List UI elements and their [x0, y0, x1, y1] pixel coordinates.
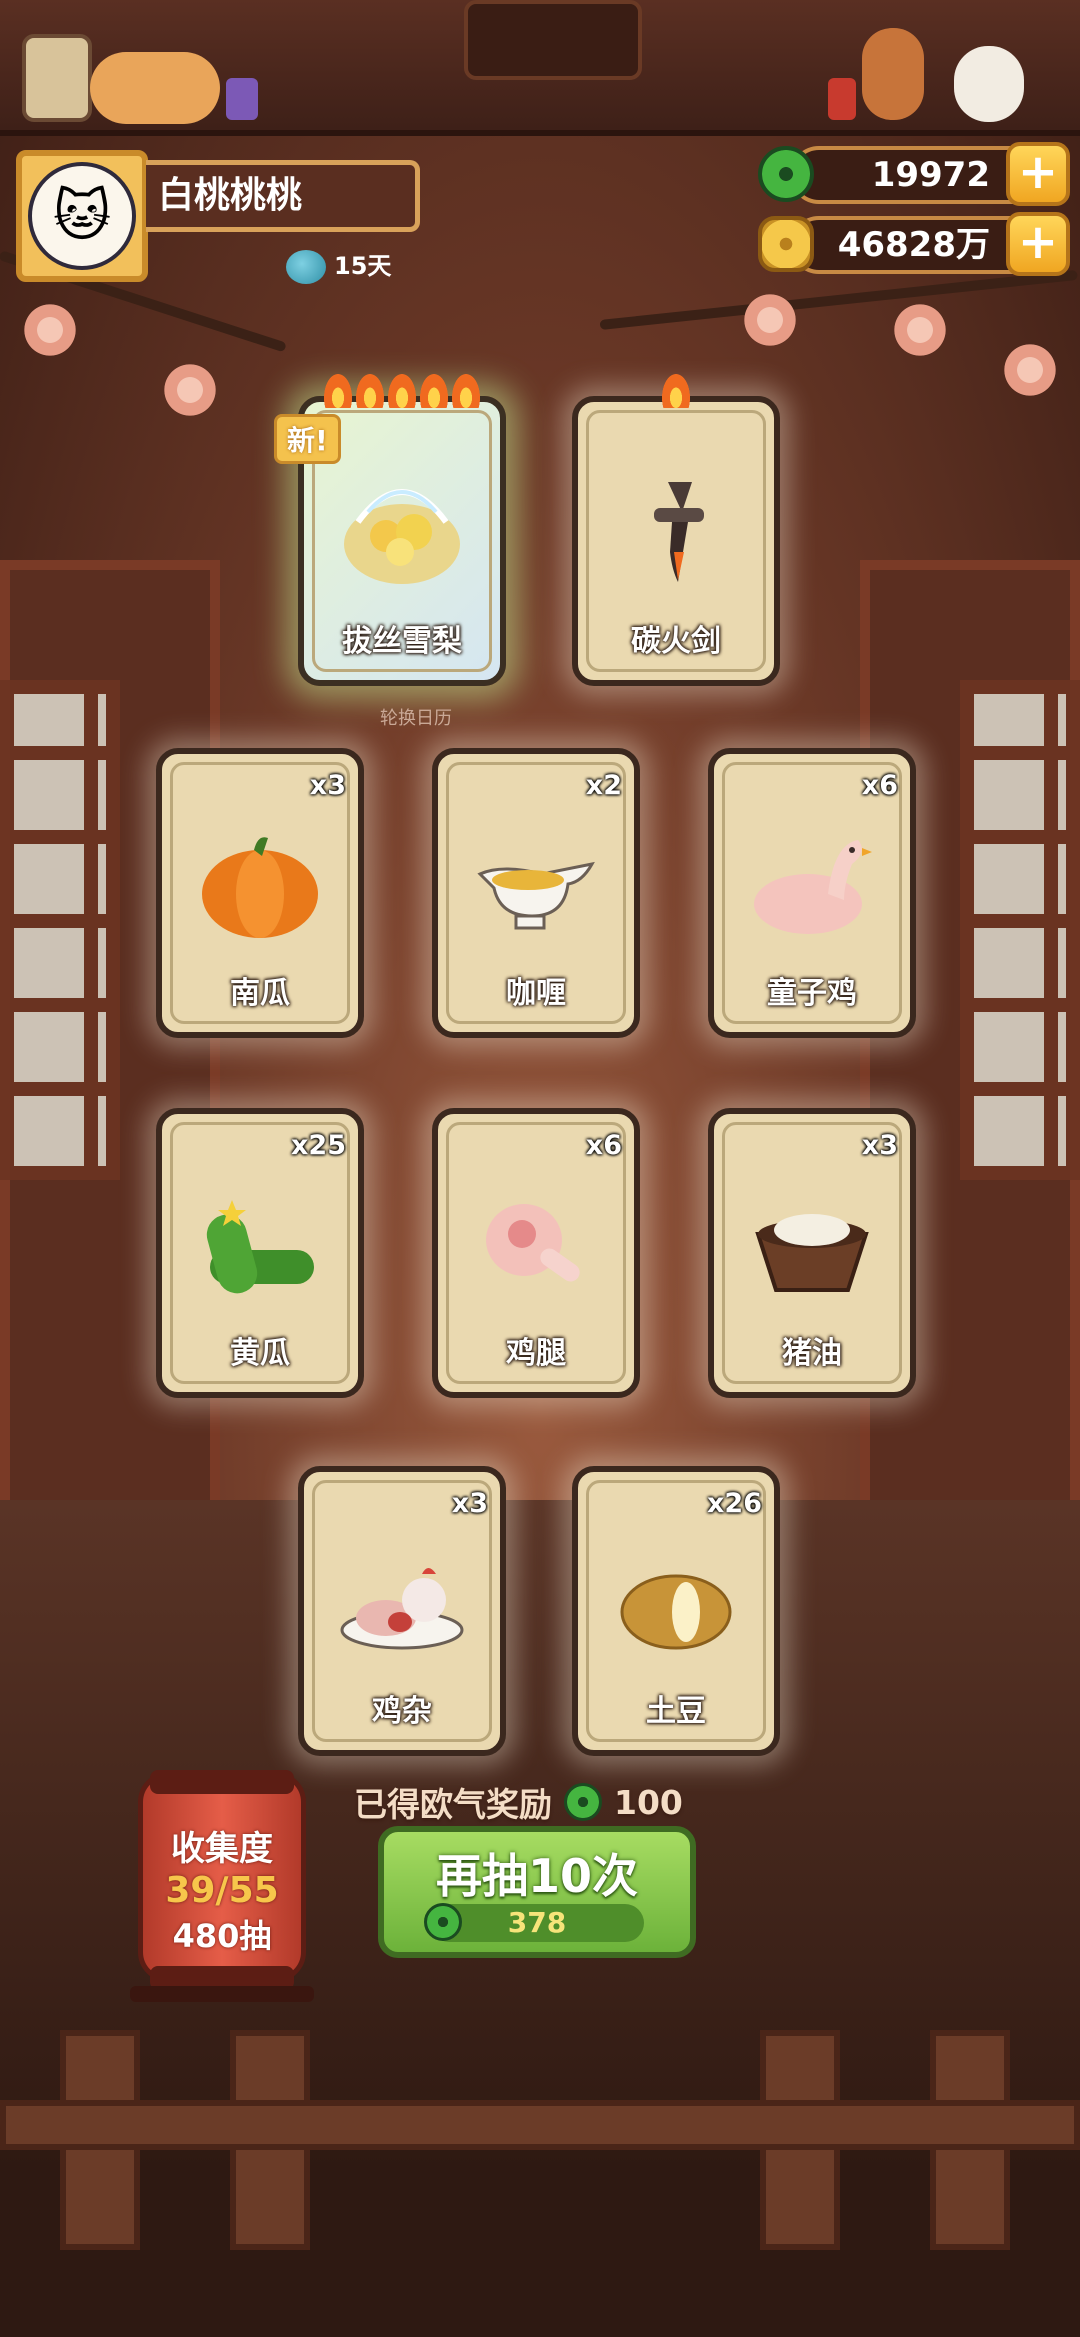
draw-cost: 378	[424, 1903, 644, 1942]
card-name: 鸡腿	[506, 1336, 566, 1371]
new-badge: 新!	[274, 414, 341, 464]
player-avatar[interactable]: 🐱	[16, 150, 148, 282]
jade-icon	[564, 1783, 602, 1821]
blossom-flower	[20, 300, 80, 360]
login-days: 15天	[286, 246, 391, 284]
card-featured-0[interactable]: 新! 拔丝雪梨	[274, 374, 506, 686]
card-name: 碳火剑	[631, 624, 721, 659]
white-cat-icon[interactable]	[954, 46, 1024, 122]
potato-icon	[620, 1574, 732, 1650]
bowl-icon	[286, 250, 326, 284]
card-count: x26	[707, 1488, 762, 1519]
jade-icon	[758, 146, 814, 202]
blossom-flower	[1000, 340, 1060, 400]
jade-icon	[424, 1903, 462, 1941]
scroll-icon[interactable]	[22, 34, 92, 122]
add-jade-button[interactable]: +	[1006, 142, 1070, 206]
right-lattice-window	[960, 680, 1080, 1180]
chef-character-icon[interactable]	[862, 28, 924, 120]
card-2[interactable]: x6 童子鸡	[708, 748, 916, 1038]
card-4[interactable]: x6 鸡腿	[432, 1108, 640, 1398]
calendar-caption: 轮换日历	[380, 708, 452, 729]
card-name: 拔丝雪梨	[342, 624, 462, 659]
login-days-value: 15天	[334, 252, 392, 280]
card-count: x6	[585, 1130, 622, 1161]
collection-lantern[interactable]: 收集度 39/55 480抽	[138, 1772, 306, 1982]
lard-bowl-icon	[755, 1214, 869, 1292]
rarity-flames	[578, 374, 774, 414]
card-name: 黄瓜	[230, 1336, 290, 1371]
left-lattice-window	[0, 680, 120, 1180]
collection-title: 收集度	[171, 1829, 273, 1869]
portrait-frame-icon[interactable]	[464, 0, 642, 80]
draw-again-button[interactable]: 再抽10次 378	[378, 1826, 696, 1958]
card-name: 童子鸡	[767, 976, 857, 1011]
rail-beam	[0, 2100, 1080, 2150]
card-featured-1[interactable]: 碳火剑	[572, 374, 780, 686]
draw-again-label: 再抽10次	[435, 1849, 638, 1903]
pumpkin-icon	[202, 837, 318, 938]
chicken-giblets-icon	[340, 1568, 464, 1650]
card-7[interactable]: x26 土豆	[572, 1466, 780, 1756]
sleeping-cat-icon	[90, 52, 220, 124]
card-count: x6	[861, 770, 898, 801]
card-3[interactable]: x25 黄瓜	[156, 1108, 364, 1398]
card-count: x2	[585, 770, 622, 801]
collection-progress: 39/55	[165, 1870, 279, 1911]
cucumber-icon	[206, 1200, 314, 1294]
lantern-cap	[150, 1770, 294, 1794]
candle-icon	[226, 78, 258, 120]
cat-avatar-icon: 🐱	[28, 162, 136, 270]
caramel-pear-icon	[344, 489, 460, 584]
blossom-flower	[890, 300, 950, 360]
charcoal-sword-icon	[654, 482, 704, 582]
curry-boat-icon	[477, 861, 595, 930]
young-chicken-icon	[754, 840, 872, 934]
chicken-leg-icon	[486, 1204, 580, 1282]
card-name: 鸡杂	[372, 1694, 432, 1729]
card-0[interactable]: x3 南瓜	[156, 748, 364, 1038]
add-coin-button[interactable]: +	[1006, 212, 1070, 276]
reward-line: 已得欧气奖励 100	[354, 1778, 683, 1826]
card-count: x3	[861, 1130, 898, 1161]
blossom-flower	[160, 360, 220, 420]
card-name: 猪油	[782, 1336, 842, 1371]
blossom-branch	[599, 269, 1078, 330]
coin-icon	[758, 216, 814, 272]
card-name: 咖喱	[506, 976, 566, 1011]
card-6[interactable]: x3 鸡杂	[298, 1466, 506, 1756]
lantern-stand	[130, 1986, 314, 2002]
card-name: 南瓜	[230, 976, 290, 1011]
card-1[interactable]: x2 咖喱	[432, 748, 640, 1038]
card-count: x3	[451, 1488, 488, 1519]
card-5[interactable]: x3 猪油	[708, 1108, 916, 1398]
rarity-flames	[304, 374, 500, 414]
player-name: 白桃桃桃	[146, 160, 420, 232]
card-count: x3	[309, 770, 346, 801]
draw-cost-value: 378	[507, 1906, 567, 1939]
candle-icon	[828, 78, 856, 120]
reward-label: 已得欧气奖励	[354, 1785, 552, 1824]
card-count: x25	[291, 1130, 346, 1161]
blossom-flower	[740, 290, 800, 350]
collection-draws: 480抽	[172, 1917, 272, 1955]
card-name: 土豆	[646, 1694, 706, 1729]
reward-value: 100	[614, 1782, 683, 1822]
